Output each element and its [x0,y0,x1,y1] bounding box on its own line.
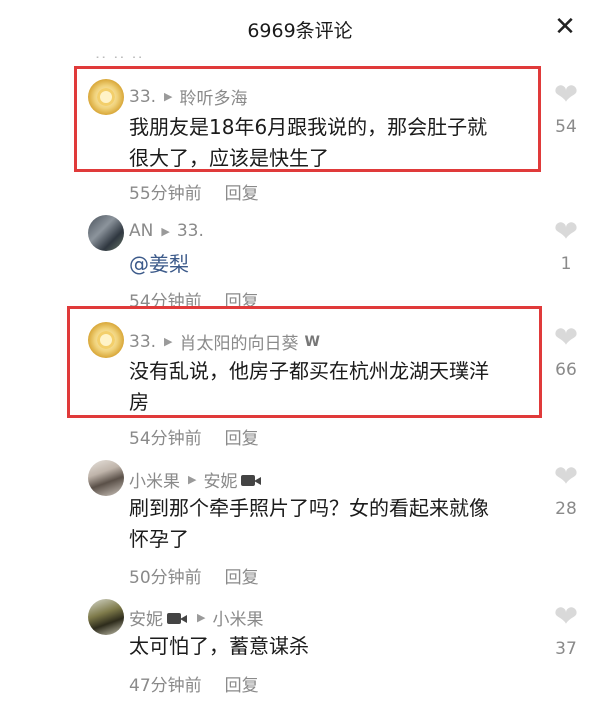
reply-arrow-icon: ▶ [161,224,170,238]
like-control: ❤ 66 [549,322,583,380]
mention-link[interactable]: @姜梨 [129,249,529,280]
comment-time: 54分钟前 [129,429,202,449]
heart-icon[interactable]: ❤ [549,461,583,491]
video-camera-icon [167,610,189,626]
like-control: ❤ 54 [549,79,583,137]
reply-to-username[interactable]: 肖太阳的向日葵 [180,329,299,354]
reply-arrow-icon: ▶ [164,335,173,348]
avatar[interactable] [88,215,124,251]
avatar[interactable] [88,599,124,635]
comment-meta: 小米果 ▶ 安妮 [129,467,263,492]
close-icon[interactable]: ✕ [552,12,578,42]
username[interactable]: 33. [129,87,156,107]
username[interactable]: AN [129,221,153,241]
comment-text: @姜梨 [129,249,529,280]
reply-button[interactable]: 回复 [225,676,259,696]
verified-badge: W [304,333,320,350]
comment-text: 没有乱说，他房子都买在杭州龙湖天璞洋 房 [129,356,529,418]
avatar[interactable] [88,322,124,358]
comment-time: 55分钟前 [129,184,202,204]
heart-icon[interactable]: ❤ [549,79,583,109]
like-count: 37 [555,639,577,659]
like-count: 66 [555,360,577,380]
heart-icon[interactable]: ❤ [549,601,583,631]
like-control: ❤ 37 [549,601,583,659]
reply-button[interactable]: 回复 [225,568,259,588]
like-count: 54 [555,117,577,137]
comments-header: 6969条评论 ✕ [0,0,600,58]
reply-arrow-icon: ▶ [164,90,173,103]
like-control: ❤ 28 [549,461,583,519]
reply-to-username[interactable]: 33. [177,221,204,241]
video-camera-icon [241,472,263,488]
comment-line: 太可怕了，蓄意谋杀 [129,634,309,658]
reply-to-username[interactable]: 小米果 [212,605,263,630]
partial-comment-row: ·· ·· ·· [95,40,295,58]
comment-line: 很大了，应该是快生了 [129,146,329,170]
comment-line: 房 [129,390,149,414]
comment-meta: 安妮 ▶ 小米果 [129,605,263,630]
comment-line: 没有乱说，他房子都买在杭州龙湖天璞洋 [129,359,489,383]
partial-comment-text: ·· ·· ·· [95,48,144,58]
comment-meta: 33. ▶ 肖太阳的向日葵 W [129,329,320,355]
like-count: 28 [555,499,577,519]
like-count: 1 [560,254,572,274]
avatar[interactable] [88,79,124,115]
like-control: ❤ 1 [549,216,583,274]
comment-text: 刷到那个牵手照片了吗？女的看起来就像 怀孕了 [129,493,529,555]
comment-count-title: 6969条评论 [247,19,353,42]
avatar[interactable] [88,460,124,496]
username[interactable]: 33. [129,332,156,352]
comment-text: 我朋友是18年6月跟我说的，那会肚子就 很大了，应该是快生了 [129,112,529,174]
reply-button[interactable]: 回复 [225,292,259,312]
reply-arrow-icon: ▶ [197,611,206,624]
comment-footer: 55分钟前 回复 [129,179,259,204]
username[interactable]: 安妮 [129,605,163,630]
comment-line: 怀孕了 [129,527,189,551]
reply-button[interactable]: 回复 [225,429,259,449]
comment-footer: 47分钟前 回复 [129,671,259,696]
comment-text: 太可怕了，蓄意谋杀 [129,631,529,662]
reply-to-username[interactable]: 安妮 [203,467,237,492]
comment-time: 47分钟前 [129,676,202,696]
comment-time: 50分钟前 [129,568,202,588]
comment-line: 我朋友是18年6月跟我说的，那会肚子就 [129,115,488,139]
comment-meta: 33. ▶ 聆听多海 [129,84,248,110]
comment-footer: 54分钟前 回复 [129,287,259,312]
comment-time: 54分钟前 [129,292,202,312]
reply-button[interactable]: 回复 [225,184,259,204]
comment-footer: 50分钟前 回复 [129,563,259,588]
comment-meta: AN ▶ 33. [129,221,204,241]
reply-to-username[interactable]: 聆听多海 [180,84,248,109]
username[interactable]: 小米果 [129,467,180,492]
heart-icon[interactable]: ❤ [549,216,583,246]
comment-line: 刷到那个牵手照片了吗？女的看起来就像 [129,496,489,520]
heart-icon[interactable]: ❤ [549,322,583,352]
comment-footer: 54分钟前 回复 [129,424,259,449]
reply-arrow-icon: ▶ [188,473,197,486]
